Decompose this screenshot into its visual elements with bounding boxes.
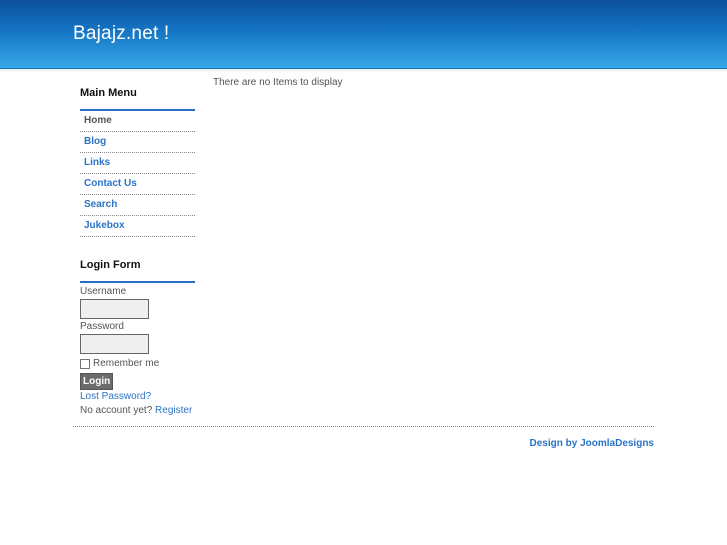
username-label: Username <box>80 286 127 297</box>
header-shadow <box>0 69 727 73</box>
menu-item-label[interactable]: Links <box>84 157 110 168</box>
password-label: Password <box>80 321 124 332</box>
site-title[interactable]: Bajajz.net ! <box>73 23 169 45</box>
password-field[interactable] <box>80 334 149 354</box>
lost-password-row: Lost Password? <box>80 390 200 404</box>
no-account-text: No account yet? <box>80 405 153 416</box>
footer-divider <box>73 426 654 427</box>
menu-item-home[interactable]: Home <box>80 111 195 132</box>
register-link[interactable]: Register <box>155 405 192 416</box>
login-form: Login Form Username Password Remember me… <box>80 259 200 418</box>
content-message: There are no Items to display <box>213 77 343 88</box>
menu-item-label[interactable]: Home <box>84 115 112 126</box>
menu-item-label[interactable]: Jukebox <box>84 220 125 231</box>
menu-item-jukebox[interactable]: Jukebox <box>80 216 195 237</box>
site-header: Bajajz.net ! <box>0 0 727 69</box>
sidebar: Main Menu Home Blog Links Contact Us Sea… <box>80 87 195 237</box>
login-form-divider <box>80 281 195 283</box>
main-menu: Home Blog Links Contact Us Search Jukebo… <box>80 111 195 237</box>
menu-item-label[interactable]: Contact Us <box>84 178 137 189</box>
menu-item-search[interactable]: Search <box>80 195 195 216</box>
username-field[interactable] <box>80 299 149 319</box>
menu-item-label[interactable]: Search <box>84 199 117 210</box>
remember-me-label: Remember me <box>93 358 160 369</box>
login-button[interactable]: Login <box>80 373 114 390</box>
register-row: No account yet? Register <box>80 404 200 418</box>
menu-item-label[interactable]: Blog <box>84 136 106 147</box>
remember-me-row: Remember me <box>80 357 200 370</box>
remember-me-checkbox[interactable] <box>80 358 90 369</box>
footer-credit: Design by JoomlaDesigns <box>530 438 654 449</box>
main-menu-title: Main Menu <box>80 87 137 99</box>
login-form-title: Login Form <box>80 259 141 271</box>
designer-link[interactable]: Design by JoomlaDesigns <box>530 438 654 449</box>
menu-item-blog[interactable]: Blog <box>80 132 195 153</box>
menu-item-links[interactable]: Links <box>80 153 195 174</box>
lost-password-link[interactable]: Lost Password? <box>80 391 151 402</box>
menu-item-contact-us[interactable]: Contact Us <box>80 174 195 195</box>
